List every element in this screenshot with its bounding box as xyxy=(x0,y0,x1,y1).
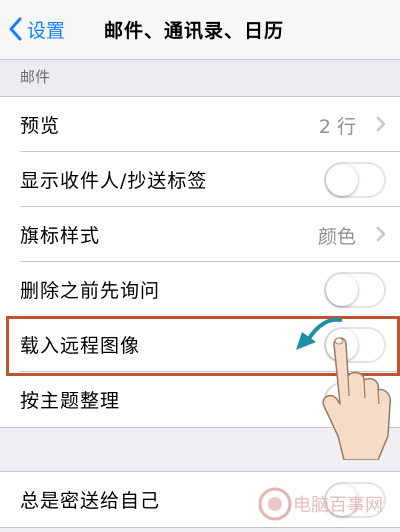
row-label: 显示收件人/抄送标签 xyxy=(20,170,208,192)
watermark-logo: 电脑百事网 xyxy=(258,487,383,521)
row-label: 按主题整理 xyxy=(20,390,121,412)
chevron-right-icon xyxy=(376,226,386,242)
row-label: 预览 xyxy=(20,115,61,137)
back-button[interactable]: 设置 xyxy=(8,14,65,44)
navigation-bar: 设置 邮件、通讯录、日历 xyxy=(0,0,400,60)
row-label: 总是密送给自己 xyxy=(20,490,161,512)
section-header-label: 邮件 xyxy=(20,68,51,86)
pointing-hand-icon xyxy=(322,337,392,460)
row-preview[interactable]: 预览 2 行 xyxy=(20,97,400,152)
toggle-knob xyxy=(326,274,358,306)
row-label: 删除之前先询问 xyxy=(20,280,161,302)
page-title: 邮件、通讯录、日历 xyxy=(104,20,285,42)
toggle-knob xyxy=(326,164,358,196)
row-ask-before-deleting: 删除之前先询问 xyxy=(20,262,400,317)
chevron-left-icon xyxy=(9,17,22,41)
row-label: 载入远程图像 xyxy=(20,335,141,357)
section-header: 邮件 xyxy=(0,60,400,96)
watermark-text: 电脑百事网 xyxy=(293,495,383,516)
row-flag-style[interactable]: 旗标样式 颜色 xyxy=(20,207,400,262)
back-label: 设置 xyxy=(27,19,66,42)
row-value: 2 行 xyxy=(318,116,356,138)
row-show-to-cc-label: 显示收件人/抄送标签 xyxy=(20,152,400,207)
row-value: 颜色 xyxy=(317,226,356,248)
toggle-switch[interactable] xyxy=(324,272,386,308)
chevron-right-icon xyxy=(376,116,386,132)
row-label: 旗标样式 xyxy=(20,225,101,247)
toggle-switch[interactable] xyxy=(324,162,386,198)
